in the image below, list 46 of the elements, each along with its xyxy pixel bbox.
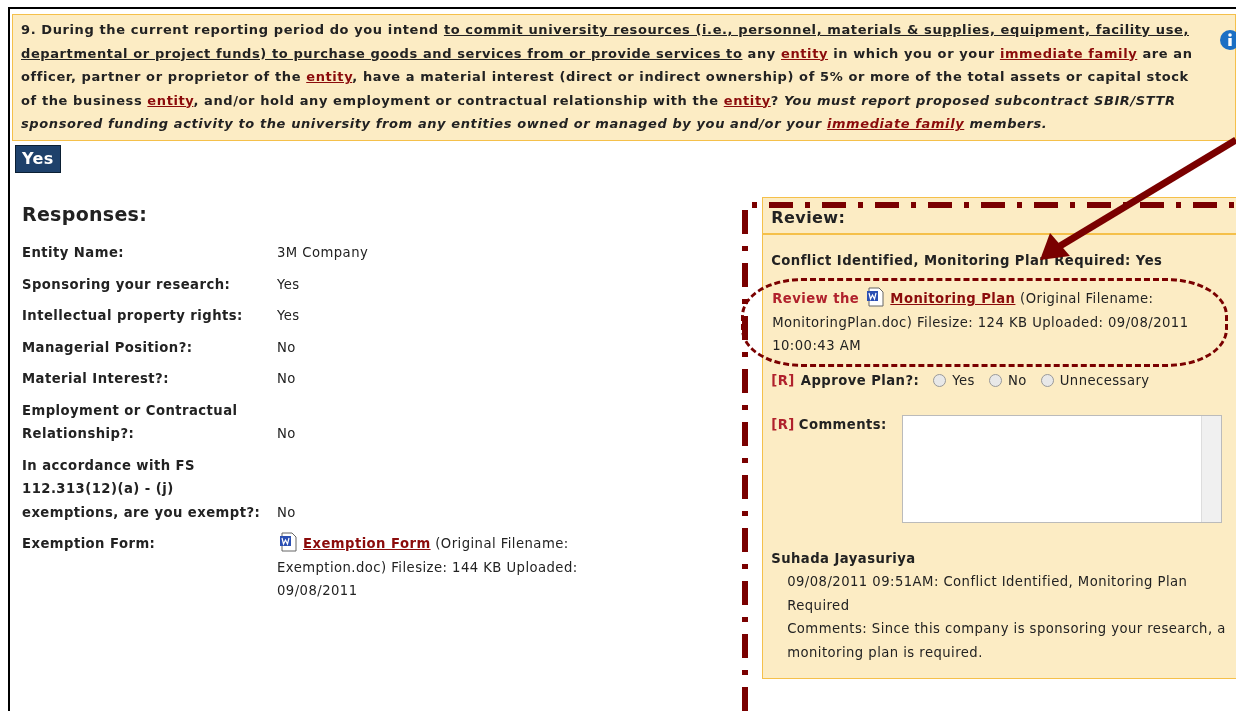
- field-value: Yes: [277, 275, 301, 294]
- option-label: No: [1007, 372, 1027, 390]
- radio-button[interactable]: [988, 374, 1002, 388]
- history-comment: Comments: Since this company is sponsoring your research, a monitoring plan is required.: [787, 620, 1227, 662]
- glossary-link[interactable]: entity: [781, 45, 829, 61]
- history-entry: 09/08/2011 09:51AM: Conflict Identified, Monitoring Plan Required: [787, 573, 1189, 615]
- field-label: Comments:: [798, 415, 887, 434]
- radio-button[interactable]: [1040, 374, 1054, 388]
- field-label: Entity Name:: [22, 244, 125, 263]
- field-value: 3M Company: [277, 244, 370, 263]
- comments-field[interactable]: [902, 414, 1223, 523]
- glossary-link[interactable]: entity: [306, 69, 353, 84]
- required-marker: [R]: [771, 415, 795, 434]
- glossary-link[interactable]: immediate family: [826, 116, 965, 131]
- option-label: Yes: [952, 372, 975, 390]
- field-value: Yes: [277, 307, 301, 326]
- field-value: No: [277, 503, 297, 522]
- reviewer-name: Suhada Jayasuriya: [771, 549, 917, 568]
- answer-badge: Yes: [15, 144, 61, 173]
- file-info: Exemption Form (Original Filename: Exemption.doc) Filesize: 144 KB Uploaded: 09/08/2011: [277, 532, 647, 603]
- field-label: Sponsoring your research:: [22, 275, 232, 294]
- required-marker: [R]: [771, 372, 795, 390]
- field-label: Material Interest?:: [22, 370, 170, 389]
- document-icon: [866, 287, 885, 308]
- glossary-link[interactable]: entity: [147, 92, 194, 108]
- file-link[interactable]: Exemption Form: [303, 536, 431, 552]
- field-label: Exemption Form:: [22, 535, 157, 554]
- field-label: Intellectual property rights:: [22, 307, 244, 326]
- field-label: Managerial Position?:: [22, 338, 194, 357]
- option-label: Unnecessary: [1059, 372, 1150, 390]
- radio-button[interactable]: [933, 374, 947, 388]
- field-value: No: [277, 338, 297, 357]
- file-link[interactable]: Monitoring Plan: [890, 291, 1016, 307]
- field-label: Employment or Contractual Relationship?:: [22, 401, 239, 444]
- field-value: No: [277, 425, 297, 444]
- info-icon[interactable]: [1219, 29, 1236, 51]
- question-text: 9. During the current reporting period do you intend to commit university resources (i.e., personnel, materials & supplies, equipment, facility use, departmental or project funds) to purchase goods and services from or provide services to any entity in which you or your immediate family are an officer, partner or proprietor of the entity, have a material interest (direct or indirect ownership) of 5% or more of the total assets or capital stock of the business entity, and/or hold any employment or contractual relationship with the entity? You must report proposed subcontract SBIR/STTR sponsored funding activity to the university from any entities owned or managed by you and/or your immediate family members.: [21, 21, 1194, 133]
- glossary-link[interactable]: entity: [723, 92, 771, 108]
- glossary-link[interactable]: immediate family: [999, 45, 1138, 61]
- panel-heading: Review:: [763, 197, 1236, 235]
- field-label: In accordance with FS 112.313(12)(a) - (j) exemptions, are you exempt?:: [22, 456, 262, 522]
- field-label: Approve Plan?:: [800, 372, 920, 390]
- section-heading: Responses:: [22, 202, 149, 226]
- field-value: No: [277, 370, 297, 389]
- file-info: Review the Monitoring Plan (Original Filename: MonitoringPlan.doc) Filesize: 124 KB Uploaded: 09/08/2011 10:00:43 AM: [772, 287, 1215, 358]
- document-icon: [279, 532, 297, 553]
